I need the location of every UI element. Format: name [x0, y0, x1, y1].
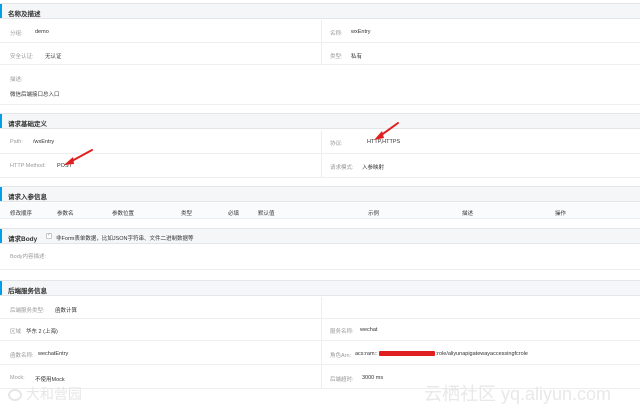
mode-value: 入参映射 [362, 165, 385, 171]
watermark-left: 大和营园 [8, 384, 82, 404]
path-label: Path: [10, 139, 23, 145]
column-divider [321, 297, 322, 318]
annotation-arrow-method [64, 149, 93, 165]
protocol-label: 协议: [330, 141, 343, 147]
check-icon: ✓ [47, 232, 52, 238]
type-label: 类型: [330, 54, 343, 60]
section-title: 请求入参信息 [8, 194, 47, 201]
body-desc-label: Body内容描述: [10, 254, 47, 260]
func-name-label: 函数名称: [10, 353, 34, 359]
group-label: 分组: [10, 31, 23, 37]
name-value: wxEntry [351, 29, 371, 35]
region-value: 华东 2 (上海) [26, 329, 58, 335]
column-divider [321, 365, 322, 388]
row-function-role: 函数名称: wechatEntry 角色Arn: acs:ram:::role/… [0, 341, 640, 365]
service-name-value: wechat [360, 327, 378, 333]
path-value: /wxEntry [33, 139, 55, 145]
column-divider [321, 20, 322, 42]
col-description: 描述 [462, 211, 474, 217]
service-type-label: 后端服务类型: [10, 308, 45, 314]
watermark-logo-icon [8, 389, 22, 402]
desc-value: 微信后端接口总入口 [10, 92, 60, 98]
non-form-checkbox-label: 非Form表单数据，比如JSON字符串、文件二进制数据等 [56, 236, 194, 242]
col-param-name: 参数名 [57, 211, 74, 217]
annotation-arrow-protocol [374, 122, 399, 140]
func-name-value: wechatEntry [38, 351, 69, 357]
section-title: 请求基础定义 [8, 121, 47, 128]
column-divider [321, 43, 322, 64]
col-type: 类型 [181, 211, 193, 217]
row-description: 描述: 微信后端接口总入口 [0, 65, 640, 105]
name-label: 名称: [330, 31, 343, 37]
auth-value: 无认证 [45, 54, 62, 60]
row-auth-type: 安全认证: 无认证 类型: 私有 [0, 43, 640, 65]
section-accent-bar [0, 281, 2, 295]
section-header-backend: 后端服务信息 [0, 280, 640, 296]
col-order: 修改顺序 [10, 211, 33, 217]
watermark-left-text: 大和营园 [25, 386, 82, 402]
column-divider [321, 154, 322, 177]
column-divider [321, 319, 322, 340]
row-group-name: 分组: demo 名称: wxEntry [0, 20, 640, 43]
timeout-value: 3000 ms [362, 375, 384, 381]
row-method-mode: HTTP Method: POST 请求模式: 入参映射 [0, 154, 640, 178]
section-accent-bar [0, 4, 2, 18]
section-title: 请求Body [8, 236, 38, 243]
row-body-desc: Body内容描述: [0, 245, 640, 270]
section-accent-bar [0, 114, 2, 128]
section-accent-bar [0, 187, 2, 201]
role-suffix: :role/aliyunapigatewayaccessingfcrole [435, 351, 528, 357]
service-name-label: 服务名称: [330, 329, 354, 335]
section-header-request: 请求基础定义 [0, 113, 640, 129]
mock-value: 不使用Mock [35, 377, 65, 383]
mock-label: Mock: [10, 375, 25, 381]
redacted-account-id [378, 351, 435, 357]
col-required: 必填 [228, 211, 240, 217]
col-param-position: 参数位置 [112, 211, 135, 217]
row-path-protocol: Path: /wxEntry 协议: HTTP,HTTPS [0, 130, 640, 154]
mode-label: 请求模式: [330, 165, 354, 171]
type-value: 私有 [351, 54, 363, 60]
role-value: acs:ram:::role/aliyunapigatewayaccessing… [355, 351, 528, 357]
row-service-type: 后端服务类型: 函数计算 [0, 297, 640, 319]
section-header-body: 请求Body ✓ 非Form表单数据，比如JSON字符串、文件二进制数据等 [0, 228, 640, 244]
non-form-checkbox[interactable]: ✓ [46, 232, 52, 239]
column-divider [321, 341, 322, 364]
method-label: HTTP Method: [10, 163, 46, 169]
section-header-name: 名称及描述 [0, 3, 640, 19]
section-accent-bar [0, 229, 2, 243]
row-region-service: 区域 华东 2 (上海) 服务名称: wechat [0, 319, 640, 341]
role-prefix: acs:ram:: [355, 351, 378, 357]
col-actions: 操作 [555, 211, 567, 217]
watermark-right: 云栖社区 yq.aliyun.com [424, 384, 612, 404]
region-label: 区域 [10, 329, 22, 335]
auth-label: 安全认证: [10, 54, 34, 60]
timeout-label: 后端超时: [330, 377, 354, 383]
desc-label: 描述: [10, 77, 23, 83]
group-value: demo [35, 29, 49, 35]
params-table-header [0, 203, 640, 219]
column-divider [321, 130, 322, 153]
role-label: 角色Arn: [330, 353, 352, 359]
section-title: 名称及描述 [8, 11, 41, 18]
section-header-params: 请求入参信息 [0, 186, 640, 202]
col-default: 默认值 [258, 211, 275, 217]
col-example: 示例 [368, 211, 380, 217]
service-type-value: 函数计算 [55, 308, 78, 314]
section-title: 后端服务信息 [8, 288, 47, 295]
